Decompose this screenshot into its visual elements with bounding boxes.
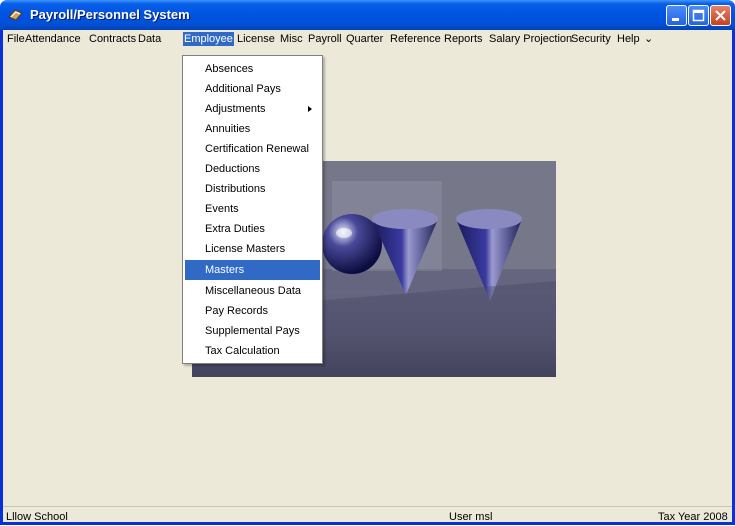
- maximize-icon: [692, 9, 705, 22]
- menu-item-absences[interactable]: Absences: [185, 59, 320, 79]
- menu-payroll[interactable]: Payroll: [307, 32, 343, 46]
- status-bar: Lllow School User msl Tax Year 2008: [3, 506, 732, 526]
- menu-overflow-chevron-icon[interactable]: ⌄: [643, 32, 654, 46]
- minimize-icon: [672, 18, 679, 21]
- menu-contracts[interactable]: Contracts: [88, 32, 137, 46]
- menu-item-adjustments[interactable]: Adjustments: [185, 99, 320, 119]
- menu-item-label: Adjustments: [205, 103, 266, 115]
- menu-bar: File Attendance Contracts Data Employee …: [3, 30, 732, 48]
- menu-item-certification-renewal[interactable]: Certification Renewal: [185, 139, 320, 159]
- menu-item-deductions[interactable]: Deductions: [185, 159, 320, 179]
- menu-item-annuities[interactable]: Annuities: [185, 119, 320, 139]
- title-bar[interactable]: Payroll/Personnel System: [0, 0, 735, 30]
- maximize-button[interactable]: [688, 5, 709, 26]
- status-user: User msl: [449, 511, 493, 523]
- window-title: Payroll/Personnel System: [30, 7, 190, 22]
- menu-misc[interactable]: Misc: [279, 32, 304, 46]
- menu-item-tax-calculation[interactable]: Tax Calculation: [185, 341, 320, 361]
- minimize-button[interactable]: [666, 5, 687, 26]
- menu-item-miscellaneous-data[interactable]: Miscellaneous Data: [185, 281, 320, 301]
- menu-item-events[interactable]: Events: [185, 199, 320, 219]
- menu-help[interactable]: Help: [616, 32, 641, 46]
- menu-item-masters[interactable]: Masters: [185, 260, 320, 280]
- menu-quarter[interactable]: Quarter: [345, 32, 384, 46]
- menu-file[interactable]: File: [6, 32, 26, 46]
- close-icon: [715, 10, 726, 21]
- menu-employee[interactable]: Employee: [183, 32, 234, 46]
- menu-item-supplemental-pays[interactable]: Supplemental Pays: [185, 321, 320, 341]
- menu-item-license-masters[interactable]: License Masters: [185, 239, 320, 259]
- status-school: Lllow School: [6, 511, 68, 523]
- menu-reference[interactable]: Reference: [389, 32, 442, 46]
- menu-license[interactable]: License: [236, 32, 276, 46]
- employee-dropdown-menu: Absences Additional Pays Adjustments Ann…: [182, 55, 323, 364]
- submenu-arrow-icon: [308, 106, 312, 112]
- menu-data[interactable]: Data: [137, 32, 162, 46]
- app-window: Payroll/Personnel System File Attendance…: [0, 0, 735, 525]
- close-button[interactable]: [710, 5, 731, 26]
- menu-attendance[interactable]: Attendance: [24, 32, 82, 46]
- menu-item-pay-records[interactable]: Pay Records: [185, 301, 320, 321]
- menu-security[interactable]: Security: [570, 32, 612, 46]
- status-tax-year: Tax Year 2008: [658, 511, 728, 523]
- menu-item-extra-duties[interactable]: Extra Duties: [185, 219, 320, 239]
- menu-salary-projection[interactable]: Salary Projection: [488, 32, 573, 46]
- app-icon: [8, 9, 23, 21]
- menu-item-distributions[interactable]: Distributions: [185, 179, 320, 199]
- menu-item-additional-pays[interactable]: Additional Pays: [185, 79, 320, 99]
- menu-reports[interactable]: Reports: [443, 32, 484, 46]
